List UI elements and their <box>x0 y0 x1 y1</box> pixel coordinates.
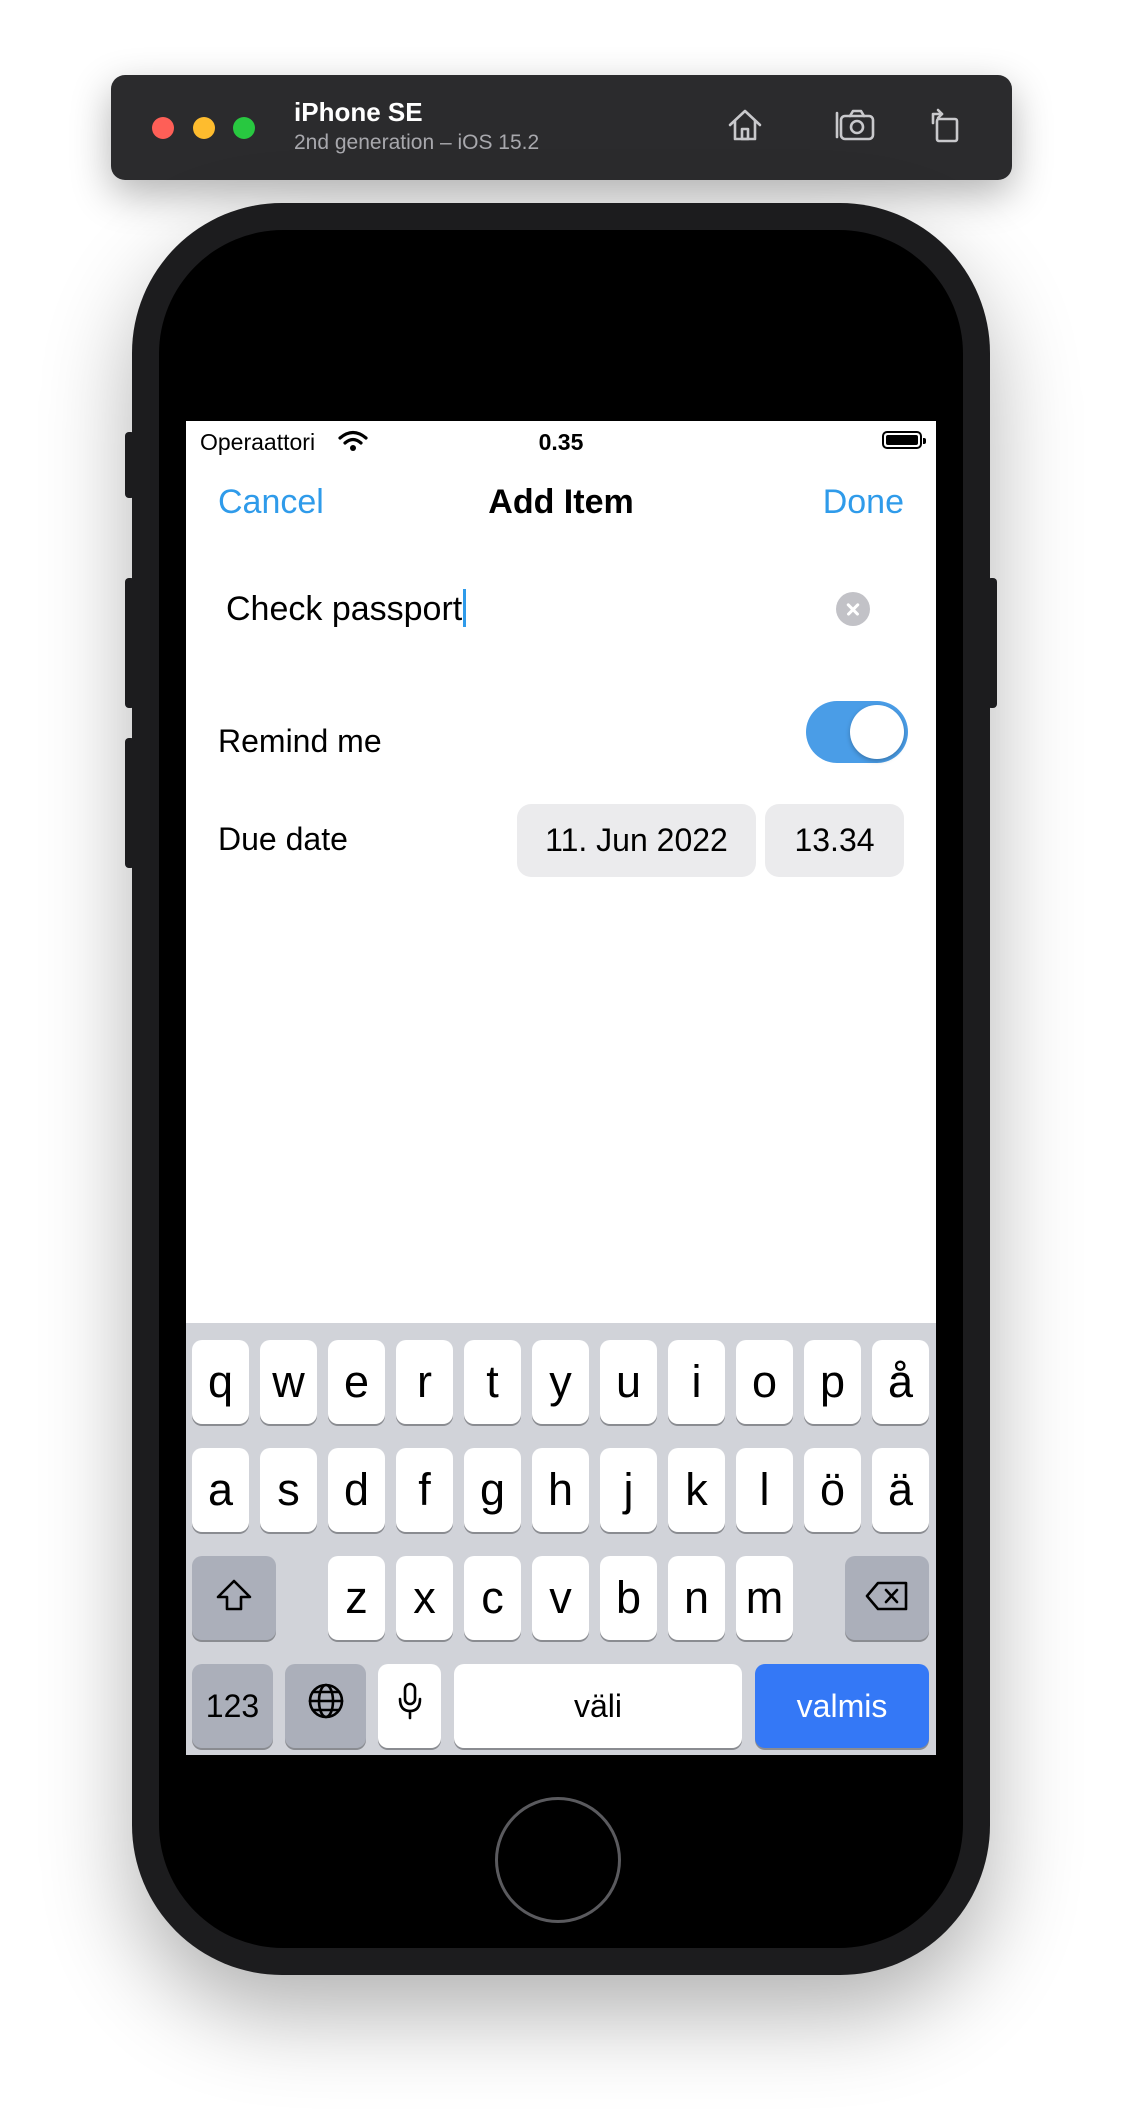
key-z[interactable]: z <box>328 1556 385 1640</box>
status-time: 0.35 <box>538 429 584 455</box>
remind-me-label: Remind me <box>218 723 382 759</box>
key-k[interactable]: k <box>668 1448 725 1532</box>
key-q[interactable]: q <box>192 1340 249 1424</box>
globe-icon <box>306 1680 346 1732</box>
dictation-key[interactable] <box>378 1664 441 1748</box>
home-icon <box>725 105 765 150</box>
item-title-value: Check passport <box>226 590 463 628</box>
key-m[interactable]: m <box>736 1556 793 1640</box>
key-n[interactable]: n <box>668 1556 725 1640</box>
key-l[interactable]: l <box>736 1448 793 1532</box>
numbers-key[interactable]: 123 <box>192 1664 273 1748</box>
device-name: iPhone SE <box>294 97 423 127</box>
key-s[interactable]: s <box>260 1448 317 1532</box>
key-j[interactable]: j <box>600 1448 657 1532</box>
key-v[interactable]: v <box>532 1556 589 1640</box>
key-a-umlaut[interactable]: ä <box>872 1448 929 1532</box>
key-h[interactable]: h <box>532 1448 589 1532</box>
device-subtitle: 2nd generation – iOS 15.2 <box>294 131 540 154</box>
shift-key[interactable] <box>192 1556 276 1640</box>
toggle-knob <box>850 705 904 759</box>
home-button-toolbar[interactable] <box>719 101 771 153</box>
return-key[interactable]: valmis <box>755 1664 929 1748</box>
key-w[interactable]: w <box>260 1340 317 1424</box>
key-t[interactable]: t <box>464 1340 521 1424</box>
key-r[interactable]: r <box>396 1340 453 1424</box>
screenshot-icon <box>833 105 877 150</box>
key-p[interactable]: p <box>804 1340 861 1424</box>
remind-me-toggle[interactable] <box>806 701 908 763</box>
keyboard: q w e r t y u i o p å a s d f g h j k l … <box>186 1323 936 1755</box>
backspace-key[interactable] <box>845 1556 929 1640</box>
key-b[interactable]: b <box>600 1556 657 1640</box>
key-o-umlaut[interactable]: ö <box>804 1448 861 1532</box>
phone-screen: Operaattori 0.35 Cancel Add Item Done Ch… <box>186 421 936 1755</box>
home-button[interactable] <box>495 1797 621 1923</box>
clear-text-button[interactable] <box>836 592 870 626</box>
item-title-text: Check passport <box>226 589 467 629</box>
status-bar: Operaattori 0.35 <box>186 421 936 461</box>
key-a[interactable]: a <box>192 1448 249 1532</box>
done-button[interactable]: Done <box>823 483 904 522</box>
key-o[interactable]: o <box>736 1340 793 1424</box>
power-button <box>987 578 997 708</box>
due-date-picker[interactable]: 11. Jun 2022 <box>517 804 756 877</box>
key-g[interactable]: g <box>464 1448 521 1532</box>
zoom-window-button[interactable] <box>233 117 255 139</box>
mute-switch <box>125 432 135 498</box>
simulator-titlebar: iPhone SE 2nd generation – iOS 15.2 <box>111 75 1012 180</box>
rotate-button[interactable] <box>919 101 971 153</box>
globe-key[interactable] <box>285 1664 366 1748</box>
shift-icon <box>214 1572 254 1624</box>
volume-down-button <box>125 738 135 868</box>
due-date-label: Due date <box>218 821 348 857</box>
key-d[interactable]: d <box>328 1448 385 1532</box>
microphone-icon <box>395 1680 425 1732</box>
key-u[interactable]: u <box>600 1340 657 1424</box>
key-i[interactable]: i <box>668 1340 725 1424</box>
battery-icon <box>882 431 926 449</box>
key-x[interactable]: x <box>396 1556 453 1640</box>
key-f[interactable]: f <box>396 1448 453 1532</box>
key-c[interactable]: c <box>464 1556 521 1640</box>
close-window-button[interactable] <box>152 117 174 139</box>
key-a-ring[interactable]: å <box>872 1340 929 1424</box>
volume-up-button <box>125 578 135 708</box>
due-time-picker[interactable]: 13.34 <box>765 804 904 877</box>
backspace-icon <box>864 1572 910 1624</box>
minimize-window-button[interactable] <box>193 117 215 139</box>
screenshot-button[interactable] <box>829 101 881 153</box>
text-caret <box>463 589 467 627</box>
key-e[interactable]: e <box>328 1340 385 1424</box>
rotate-icon <box>925 105 965 150</box>
key-y[interactable]: y <box>532 1340 589 1424</box>
space-key[interactable]: väli <box>454 1664 742 1748</box>
item-title-field[interactable]: Check passport <box>226 581 894 637</box>
